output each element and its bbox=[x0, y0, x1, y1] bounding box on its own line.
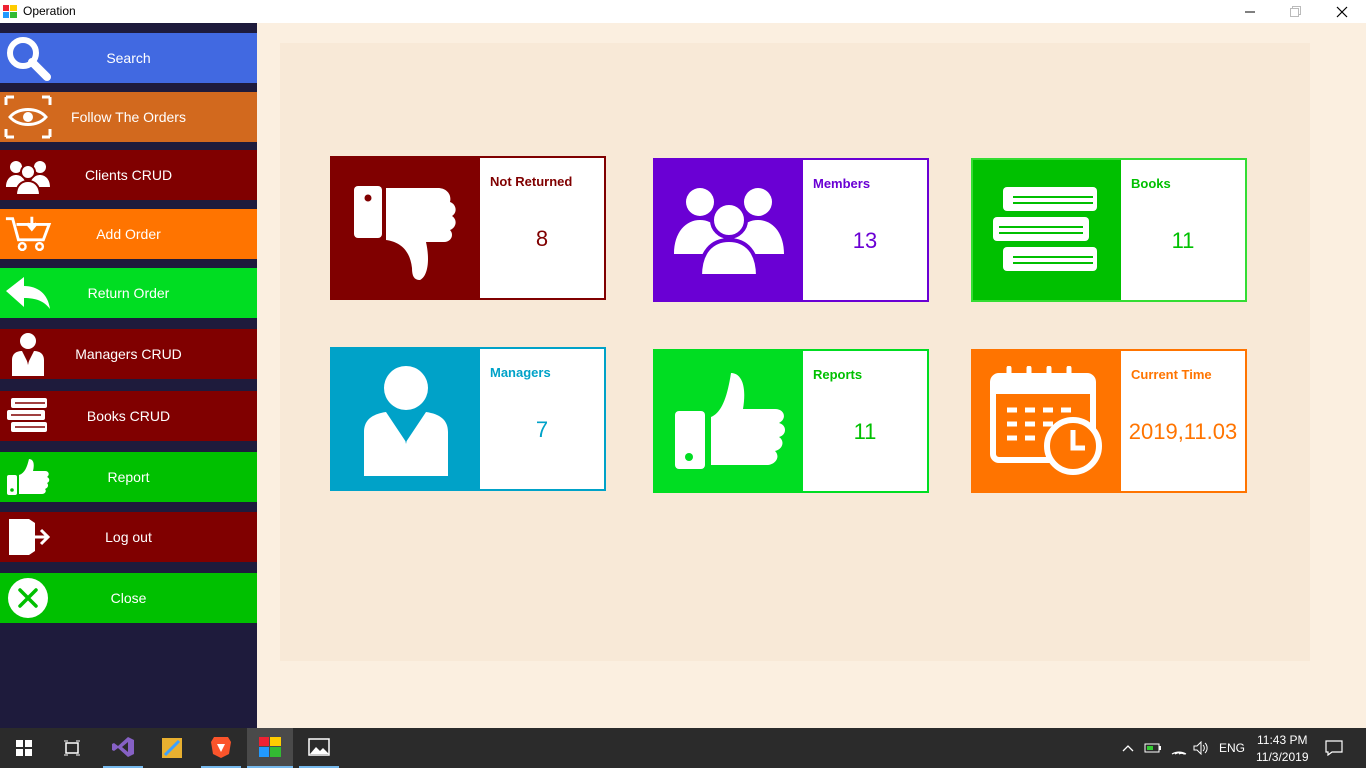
battery-status[interactable] bbox=[1140, 728, 1166, 768]
action-center-button[interactable] bbox=[1314, 728, 1354, 768]
taskbar-brave[interactable] bbox=[201, 728, 241, 768]
sidebar: Search Follow The Orders Clients CRUD Ad… bbox=[0, 23, 257, 728]
sidebar-item-logout[interactable]: Log out bbox=[0, 512, 257, 562]
group-icon bbox=[655, 160, 803, 300]
notification-icon bbox=[1325, 740, 1343, 756]
card-value: 11 bbox=[853, 419, 877, 444]
card-value: 13 bbox=[852, 228, 878, 253]
sidebar-item-managers[interactable]: Managers CRUD bbox=[0, 329, 257, 379]
card-books[interactable]: Books 11 bbox=[971, 158, 1247, 302]
taskbar-operation-app[interactable] bbox=[247, 728, 293, 768]
sidebar-item-label: Managers CRUD bbox=[75, 346, 182, 362]
taskbar-app-2[interactable] bbox=[152, 728, 192, 768]
window-title: Operation bbox=[23, 4, 76, 18]
windows-icon bbox=[16, 740, 32, 756]
photos-icon bbox=[308, 738, 330, 756]
clock-date[interactable]: 11/3/2019 bbox=[1256, 750, 1309, 764]
card-reports[interactable]: Reports 11 bbox=[653, 349, 929, 493]
visual-studio-icon bbox=[112, 737, 134, 757]
sidebar-item-close[interactable]: Close bbox=[0, 573, 257, 623]
taskbar-photos[interactable] bbox=[299, 728, 339, 768]
card-title: Managers bbox=[490, 365, 551, 380]
task-view-icon bbox=[64, 740, 80, 756]
sidebar-item-label: Return Order bbox=[87, 285, 170, 301]
card-value: 11 bbox=[1171, 228, 1195, 253]
dashboard-panel: Not Returned 8 Members 13 Books 11 Manag… bbox=[280, 43, 1310, 661]
battery-icon bbox=[1144, 743, 1161, 753]
card-value: 7 bbox=[535, 417, 549, 442]
sidebar-item-report[interactable]: Report bbox=[0, 452, 257, 502]
card-managers[interactable]: Managers 7 bbox=[330, 347, 606, 491]
main-content: Not Returned 8 Members 13 Books 11 Manag… bbox=[257, 23, 1366, 728]
sidebar-item-label: Log out bbox=[105, 529, 152, 545]
card-value: 2019,11.03 bbox=[1128, 419, 1238, 444]
card-title: Current Time bbox=[1131, 367, 1212, 382]
image-tool-icon bbox=[162, 738, 182, 758]
chevron-up-icon bbox=[1122, 745, 1134, 752]
minimize-icon bbox=[1245, 11, 1255, 12]
taskbar: ENG 11:43 PM 11/3/2019 bbox=[0, 728, 1366, 768]
sidebar-item-add-order[interactable]: Add Order bbox=[0, 209, 257, 259]
title-bar: Operation bbox=[0, 0, 1366, 23]
thumbs-up-icon bbox=[655, 351, 803, 491]
card-not-returned[interactable]: Not Returned 8 bbox=[330, 156, 606, 300]
taskbar-visual-studio[interactable] bbox=[103, 728, 143, 768]
app-icon bbox=[3, 5, 17, 18]
sidebar-item-label: Follow The Orders bbox=[71, 109, 186, 125]
card-title: Not Returned bbox=[490, 174, 573, 189]
card-title: Books bbox=[1131, 176, 1171, 191]
wifi-icon bbox=[1171, 751, 1187, 755]
thumbs-down-icon bbox=[332, 158, 480, 298]
sidebar-item-label: Close bbox=[110, 590, 147, 606]
sidebar-item-follow-orders[interactable]: Follow The Orders bbox=[0, 92, 257, 142]
sidebar-item-books[interactable]: Books CRUD bbox=[0, 391, 257, 441]
sidebar-item-search[interactable]: Search bbox=[0, 33, 257, 83]
app-icon bbox=[259, 737, 281, 757]
card-current-time[interactable]: Current Time 2019,11.03 bbox=[971, 349, 1247, 493]
close-window-button[interactable] bbox=[1319, 0, 1365, 23]
volume-control[interactable] bbox=[1188, 728, 1214, 768]
books-stack-icon bbox=[973, 160, 1121, 300]
manager-icon bbox=[332, 349, 480, 489]
card-members[interactable]: Members 13 bbox=[653, 158, 929, 302]
sidebar-item-label: Report bbox=[107, 469, 150, 485]
close-icon bbox=[1336, 6, 1348, 17]
clock-time[interactable]: 11:43 PM bbox=[1257, 733, 1307, 747]
sidebar-item-return-order[interactable]: Return Order bbox=[0, 268, 257, 318]
sidebar-item-label: Search bbox=[106, 50, 151, 66]
sidebar-item-label: Books CRUD bbox=[86, 408, 171, 424]
brave-lion-icon bbox=[211, 737, 231, 758]
restore-icon bbox=[1290, 5, 1301, 17]
calendar-clock-icon bbox=[973, 351, 1121, 491]
language-indicator[interactable]: ENG bbox=[1219, 741, 1245, 755]
card-title: Reports bbox=[813, 367, 863, 382]
task-view-button[interactable] bbox=[52, 728, 92, 768]
minimize-button[interactable] bbox=[1227, 0, 1273, 23]
card-title: Members bbox=[813, 176, 871, 191]
sidebar-item-label: Add Order bbox=[96, 226, 161, 242]
start-button[interactable] bbox=[4, 728, 44, 768]
card-value: 8 bbox=[535, 226, 549, 251]
sidebar-item-label: Clients CRUD bbox=[84, 167, 173, 183]
maximize-button[interactable] bbox=[1273, 0, 1319, 23]
speaker-icon bbox=[1193, 741, 1208, 755]
sidebar-item-clients[interactable]: Clients CRUD bbox=[0, 150, 257, 200]
